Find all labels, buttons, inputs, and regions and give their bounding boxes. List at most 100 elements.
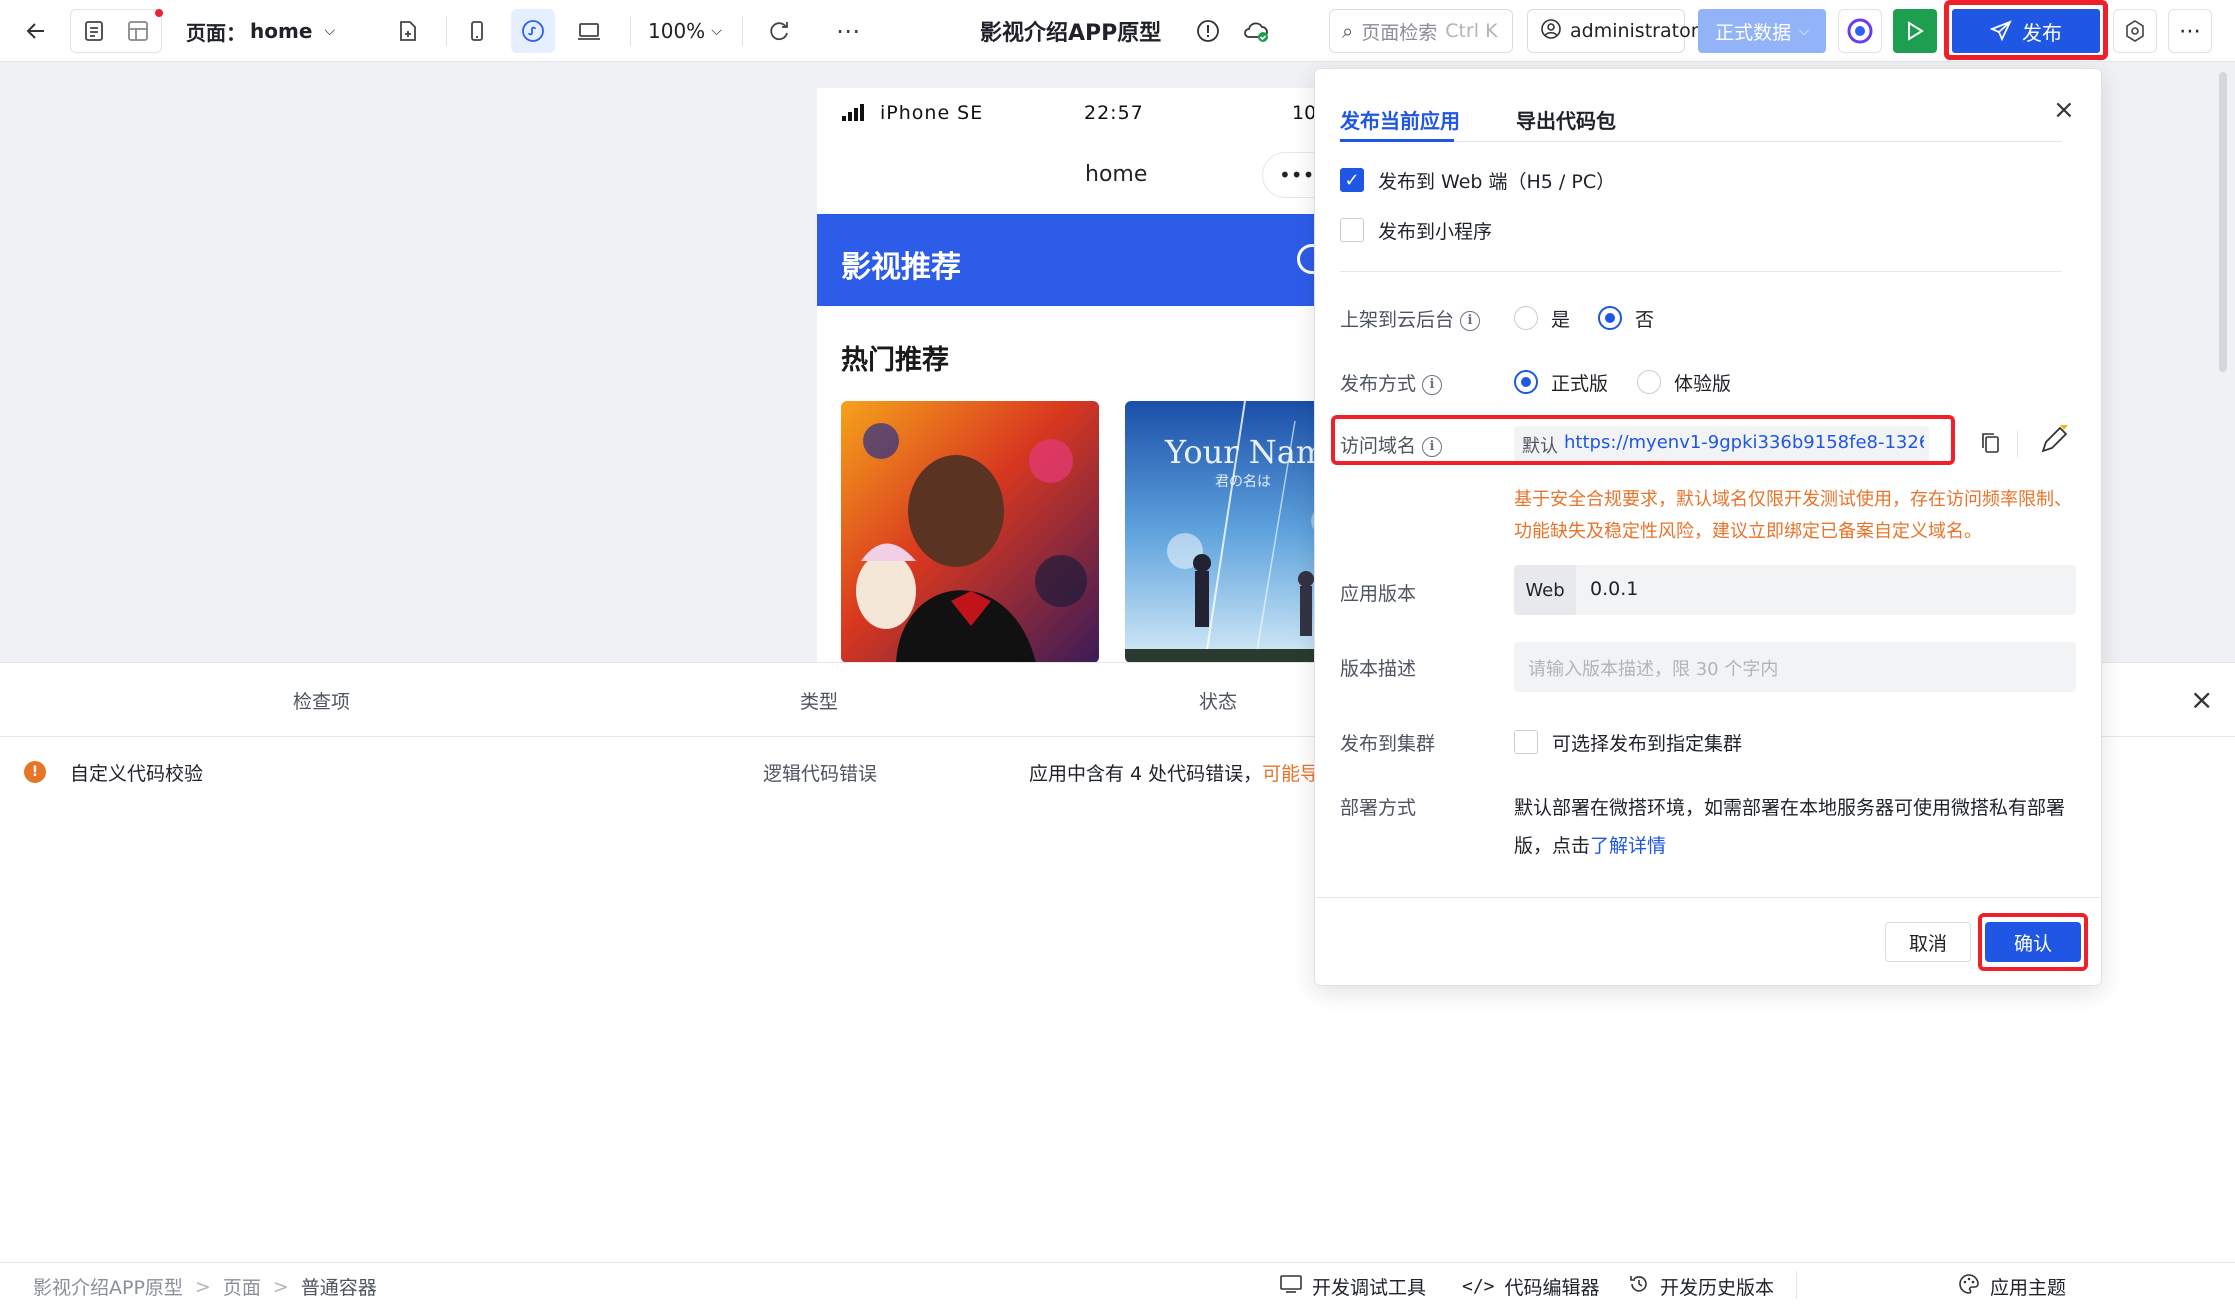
debug-tool-button[interactable]: 开发调试工具 (1280, 1273, 1426, 1300)
monitor-icon (1280, 1275, 1302, 1298)
data-env-label: 正式数据 (1715, 21, 1792, 44)
version-label: 应用版本 (1340, 583, 1417, 605)
deploy-label: 部署方式 (1340, 797, 1417, 819)
cloud-yes-radio[interactable] (1514, 306, 1538, 330)
banner-title: 影视推荐 (841, 250, 961, 285)
miniprogram-view-icon[interactable] (511, 9, 555, 53)
code-icon: </> (1462, 1276, 1495, 1297)
app-theme-button[interactable]: 应用主题 (1958, 1273, 2066, 1300)
user-name: administrator (1570, 20, 1699, 42)
layout-icon[interactable] (116, 10, 160, 52)
version-value: 0.0.1 (1590, 578, 1639, 600)
check-status-text: 应用中含有 4 处代码错误， (1029, 763, 1263, 785)
publish-miniprogram-checkbox[interactable] (1340, 218, 1364, 242)
phone-banner: 影视推荐 (817, 214, 1314, 306)
signal-icon (841, 104, 867, 127)
cloud-sync-icon[interactable] (1234, 9, 1278, 53)
device-name: iPhone SE (880, 102, 984, 124)
search-shortcut: Ctrl K (1445, 20, 1498, 42)
ai-assistant-icon[interactable] (1838, 9, 1882, 53)
app-info-icon[interactable] (1186, 9, 1230, 53)
cloud-label: 上架到云后台 i (1340, 305, 1481, 332)
refresh-icon[interactable] (757, 9, 801, 53)
search-placeholder: 页面检索 (1361, 21, 1438, 44)
version-prefix: Web (1514, 565, 1576, 615)
settings-icon[interactable] (2113, 9, 2157, 53)
more-menu-icon[interactable]: ⋯ (2168, 9, 2212, 53)
code-editor-button[interactable]: </> 代码编辑器 (1462, 1273, 1600, 1300)
zoom-selector[interactable]: 100% ⌵ (648, 9, 722, 53)
desktop-view-icon[interactable] (567, 9, 611, 53)
panel-close-icon[interactable]: × (2190, 683, 2213, 716)
breadcrumb-page[interactable]: 页面 (223, 1273, 261, 1300)
breadcrumb: 影视介绍APP原型 > 页面 > 普通容器 (33, 1273, 377, 1300)
cluster-option-label: 可选择发布到指定集群 (1552, 733, 1743, 755)
user-avatar-icon (1540, 18, 1562, 45)
publish-web-label: 发布到 Web 端（H5 / PC） (1378, 171, 1616, 193)
version-input[interactable]: Web 0.0.1 (1514, 565, 2076, 615)
history-button[interactable]: 开发历史版本 (1628, 1273, 1774, 1300)
warning-icon: ! (24, 761, 46, 783)
cloud-yes-label: 是 (1551, 309, 1571, 331)
canvas-scrollbar[interactable] (2219, 72, 2227, 372)
page-search-input[interactable]: ⌕ 页面检索 Ctrl K (1329, 9, 1513, 53)
check-status: 应用中含有 4 处代码错误，可能导 (1029, 759, 1319, 786)
domain-highlight (1331, 415, 1955, 465)
cluster-label: 发布到集群 (1340, 733, 1436, 755)
toolbar-divider (446, 16, 447, 46)
dialog-close-icon[interactable]: × (2053, 95, 2075, 125)
search-icon[interactable] (1297, 244, 1314, 274)
page-name: home (250, 19, 313, 43)
icon-divider (2017, 431, 2018, 457)
copy-icon[interactable] (1979, 431, 2001, 460)
code-editor-label: 代码编辑器 (1504, 1277, 1600, 1299)
cluster-checkbox[interactable] (1514, 730, 1538, 754)
phone-status-bar: iPhone SE 22:57 10 (817, 88, 1314, 140)
method-trial-radio[interactable] (1637, 370, 1661, 394)
check-type: 逻辑代码错误 (763, 763, 878, 785)
preview-play-button[interactable] (1893, 9, 1937, 53)
tab-export-code[interactable]: 导出代码包 (1516, 105, 1616, 134)
check-status-link[interactable]: 可能导 (1262, 763, 1319, 785)
history-icon (1628, 1273, 1650, 1300)
more-options-icon[interactable]: ⋯ (826, 9, 870, 53)
deploy-text-line2: 版，点击了解详情 (1514, 827, 2074, 865)
desc-input[interactable]: 请输入版本描述，限 30 个字内 (1514, 642, 2076, 692)
data-env-selector[interactable]: 正式数据 ⌵ (1698, 9, 1826, 53)
page-selector[interactable]: 页面： home ⌵ (186, 9, 335, 53)
chevron-down-icon: ⌵ (711, 23, 722, 39)
method-label-text: 发布方式 (1340, 373, 1417, 395)
tab-publish-app[interactable]: 发布当前应用 (1340, 105, 1460, 134)
movie-poster-yourname[interactable]: Your Nam 君の名は (1125, 401, 1314, 662)
info-icon[interactable]: i (1460, 310, 1481, 331)
poster-title: Your Nam (1165, 433, 1314, 471)
method-official-radio[interactable] (1514, 370, 1538, 394)
debug-tool-label: 开发调试工具 (1312, 1277, 1427, 1299)
learn-more-link[interactable]: 了解详情 (1590, 835, 1666, 857)
page-list-icon[interactable] (72, 10, 116, 52)
col-header-status: 状态 (1199, 691, 1238, 713)
cloud-no-radio[interactable] (1598, 306, 1622, 330)
movie-poster-spiderverse[interactable] (841, 401, 1099, 662)
phone-nav-bar: home ••• (817, 140, 1314, 214)
breadcrumb-app[interactable]: 影视介绍APP原型 (33, 1273, 183, 1300)
cloud-label-text: 上架到云后台 (1340, 309, 1455, 331)
mobile-view-icon[interactable] (455, 9, 499, 53)
info-icon[interactable]: i (1422, 374, 1443, 395)
check-item: 自定义代码校验 (70, 763, 204, 785)
chevron-down-icon: ⌵ (324, 23, 336, 39)
add-page-icon[interactable] (385, 9, 429, 53)
method-official-label: 正式版 (1551, 373, 1609, 395)
user-menu[interactable]: administrator (1527, 9, 1699, 53)
edit-domain-icon[interactable] (2038, 423, 2070, 462)
back-arrow-icon[interactable] (14, 9, 58, 53)
zoom-value: 100% (648, 19, 706, 43)
cancel-button[interactable]: 取消 (1885, 922, 1971, 962)
publish-web-checkbox[interactable]: ✓ (1340, 168, 1364, 192)
history-label: 开发历史版本 (1660, 1277, 1775, 1299)
active-tab-indicator (1340, 139, 1454, 142)
capsule-menu-button[interactable]: ••• (1262, 152, 1314, 198)
status-time: 22:57 (1084, 102, 1144, 124)
breadcrumb-container[interactable]: 普通容器 (301, 1273, 377, 1300)
publish-dialog: 发布当前应用 导出代码包 × ✓ 发布到 Web 端（H5 / PC） 发布到小… (1314, 68, 2102, 986)
